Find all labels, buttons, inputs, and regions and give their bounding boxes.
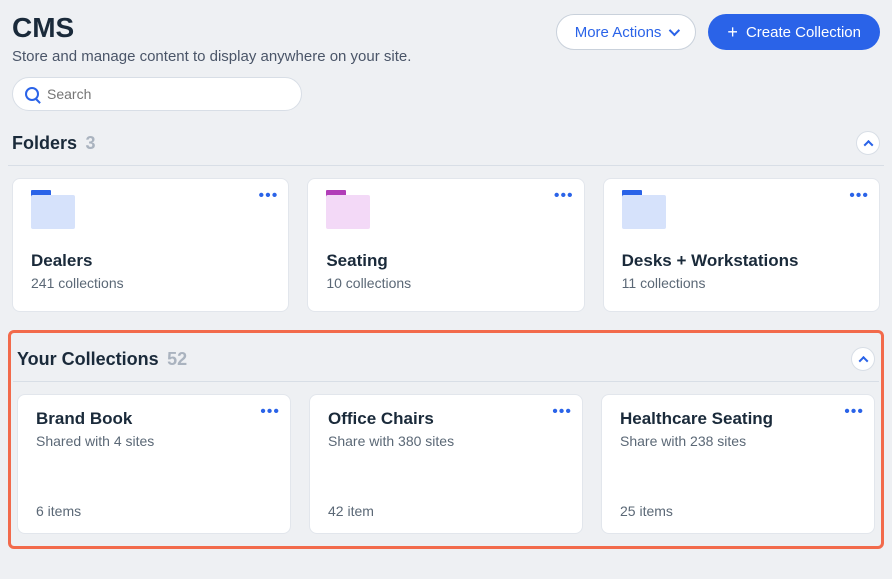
collections-heading: Your Collections 52 [17, 349, 187, 370]
create-collection-button[interactable]: + Create Collection [708, 14, 880, 50]
card-menu-button[interactable]: ••• [554, 187, 574, 205]
collections-title: Your Collections [17, 349, 159, 369]
collection-card[interactable]: ••• Office Chairs Share with 380 sites 4… [309, 394, 583, 534]
collection-name: Healthcare Seating [620, 409, 856, 429]
search-icon [25, 87, 39, 101]
title-block: CMS Store and manage content to display … [12, 12, 411, 65]
card-menu-button[interactable]: ••• [844, 403, 864, 421]
folders-count: 3 [85, 133, 95, 153]
collection-name: Brand Book [36, 409, 272, 429]
collection-card[interactable]: ••• Brand Book Shared with 4 sites 6 ite… [17, 394, 291, 534]
folder-card[interactable]: ••• Desks + Workstations 11 collections [603, 178, 880, 312]
more-actions-label: More Actions [575, 24, 662, 41]
header-actions: More Actions + Create Collection [556, 12, 880, 50]
collection-items-count: 42 item [328, 503, 564, 519]
header: CMS Store and manage content to display … [8, 8, 884, 65]
folder-icon [31, 195, 75, 229]
more-actions-button[interactable]: More Actions [556, 14, 697, 50]
folder-sub: 11 collections [622, 275, 861, 291]
chevron-up-icon [858, 355, 868, 365]
search-input[interactable] [47, 86, 289, 102]
folder-name: Dealers [31, 251, 270, 271]
folders-section-head: Folders 3 [8, 117, 884, 166]
search-field[interactable] [12, 77, 302, 111]
folders-heading: Folders 3 [12, 133, 95, 154]
card-menu-button[interactable]: ••• [849, 187, 869, 205]
folder-card[interactable]: ••• Dealers 241 collections [12, 178, 289, 312]
create-collection-label: Create Collection [746, 24, 861, 41]
collection-card[interactable]: ••• Healthcare Seating Share with 238 si… [601, 394, 875, 534]
collection-items-count: 6 items [36, 503, 272, 519]
collections-section-head: Your Collections 52 [13, 333, 879, 382]
collections-count: 52 [167, 349, 187, 369]
folder-sub: 10 collections [326, 275, 565, 291]
page-title: CMS [12, 12, 411, 44]
folder-icon [326, 195, 370, 229]
card-menu-button[interactable]: ••• [552, 403, 572, 421]
search-wrap [8, 65, 884, 117]
folder-name: Desks + Workstations [622, 251, 861, 271]
collection-name: Office Chairs [328, 409, 564, 429]
folders-collapse-button[interactable] [856, 131, 880, 155]
card-menu-button[interactable]: ••• [260, 403, 280, 421]
collections-collapse-button[interactable] [851, 347, 875, 371]
plus-icon: + [727, 23, 738, 41]
folder-icon [622, 195, 666, 229]
collection-sub: Shared with 4 sites [36, 433, 272, 449]
chevron-up-icon [863, 139, 873, 149]
collection-cards: ••• Brand Book Shared with 4 sites 6 ite… [13, 382, 879, 538]
chevron-down-icon [669, 25, 680, 36]
card-menu-button[interactable]: ••• [259, 187, 279, 205]
collection-sub: Share with 380 sites [328, 433, 564, 449]
folder-sub: 241 collections [31, 275, 270, 291]
your-collections-highlight: Your Collections 52 ••• Brand Book Share… [8, 330, 884, 549]
page-subtitle: Store and manage content to display anyw… [12, 48, 411, 65]
folders-title: Folders [12, 133, 77, 153]
folder-cards: ••• Dealers 241 collections ••• Seating … [8, 166, 884, 316]
folder-name: Seating [326, 251, 565, 271]
folder-card[interactable]: ••• Seating 10 collections [307, 178, 584, 312]
collection-sub: Share with 238 sites [620, 433, 856, 449]
collection-items-count: 25 items [620, 503, 856, 519]
